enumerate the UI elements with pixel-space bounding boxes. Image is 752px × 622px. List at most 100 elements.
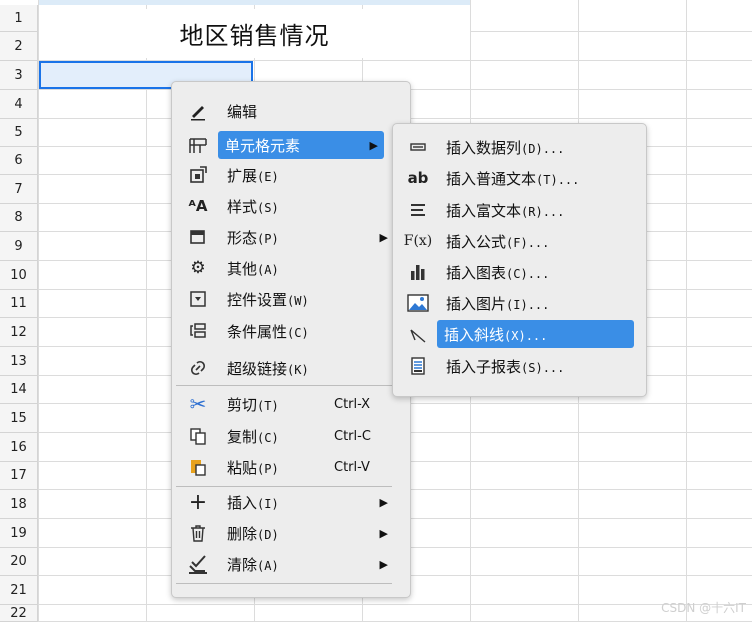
access-key: (X)...	[504, 328, 548, 343]
copy-icon	[186, 424, 210, 448]
menu-item-style[interactable]: ᴬA 样式(S)	[174, 192, 408, 220]
row-header[interactable]: 20	[0, 548, 38, 576]
menu-item-label: 控件设置	[227, 290, 288, 309]
column-header-band	[39, 0, 470, 5]
submenu-item-insert-formula[interactable]: F(x) 插入公式(F)...	[395, 227, 644, 255]
menu-item-label: 样式	[227, 197, 258, 216]
menu-item-label: 编辑	[227, 102, 258, 121]
cell-element-icon	[186, 134, 210, 158]
menu-item-other[interactable]: ⚙ 其他(A)	[174, 254, 408, 282]
menu-item-insert[interactable]: + 插入(I) ▶	[174, 488, 408, 516]
row-header[interactable]: 4	[0, 90, 38, 119]
access-key: (E)	[257, 169, 279, 184]
menu-item-cell-element[interactable]: 单元格元素 ▶	[218, 131, 384, 159]
row-header[interactable]: 10	[0, 261, 38, 290]
menu-item-hyperlink[interactable]: 超级链接(K)	[174, 354, 408, 382]
expand-icon	[186, 163, 210, 187]
row-header[interactable]: 5	[0, 119, 38, 147]
menu-item-label: 删除	[227, 524, 258, 543]
menu-item-condition-attributes[interactable]: 条件属性(C)	[174, 317, 408, 345]
row-header[interactable]: 8	[0, 204, 38, 232]
menu-item-copy[interactable]: 复制(C) Ctrl-C	[174, 422, 408, 450]
menu-item-label: 插入数据列	[446, 138, 522, 157]
row-header[interactable]: 16	[0, 433, 38, 462]
submenu-item-insert-chart[interactable]: 插入图表(C)...	[395, 258, 644, 286]
menu-item-clear[interactable]: 清除(A) ▶	[174, 550, 408, 578]
row-header[interactable]: 6	[0, 147, 38, 175]
submenu-item-insert-subreport[interactable]: 插入子报表(S)...	[395, 352, 644, 380]
row-header[interactable]: 13	[0, 347, 38, 376]
row-header[interactable]: 1	[0, 5, 38, 32]
submenu-item-insert-image[interactable]: 插入图片(I)...	[395, 289, 644, 317]
menu-item-label: 形态	[227, 228, 258, 247]
diagonal-line-icon	[406, 323, 430, 347]
row-header[interactable]: 9	[0, 232, 38, 261]
access-key: (C)...	[506, 266, 550, 281]
image-icon	[406, 291, 430, 315]
menu-item-label: 条件属性	[227, 322, 288, 341]
access-key: (P)	[257, 461, 279, 476]
chart-icon	[406, 260, 430, 284]
row-header[interactable]: 7	[0, 175, 38, 204]
row-header[interactable]: 19	[0, 519, 38, 548]
menu-item-label: 插入图片	[446, 294, 507, 313]
row-header[interactable]: 15	[0, 404, 38, 433]
formula-icon: F(x)	[403, 233, 433, 249]
access-key: (I)	[257, 496, 279, 511]
pencil-icon	[186, 99, 210, 123]
submenu-item-insert-rich-text[interactable]: 插入富文本(R)...	[395, 196, 644, 224]
menu-item-shape[interactable]: 形态(P) ▶	[174, 223, 408, 251]
menu-item-label: 超级链接	[227, 359, 288, 378]
row-header[interactable]: 18	[0, 490, 38, 519]
subreport-icon	[406, 354, 430, 378]
menu-separator	[176, 385, 392, 386]
submenu-item-insert-diagonal-line[interactable]: 插入斜线(X)...	[437, 320, 634, 348]
row-header[interactable]: 21	[0, 576, 38, 605]
access-key: (T)	[257, 398, 279, 413]
menu-item-label: 插入子报表	[446, 357, 522, 376]
submenu-arrow-icon: ▶	[379, 230, 388, 244]
access-key: (D)	[257, 527, 279, 542]
submenu-arrow-icon: ▶	[379, 557, 388, 571]
access-key: (I)...	[506, 297, 550, 312]
column-gridline	[38, 0, 39, 622]
submenu-item-insert-plain-text[interactable]: ab 插入普通文本(T)...	[395, 164, 644, 192]
eraser-icon	[186, 552, 210, 576]
submenu-item-insert-data-column[interactable]: 插入数据列(D)...	[395, 133, 644, 161]
submenu-arrow-icon: ▶	[379, 495, 388, 509]
shortcut-label: Ctrl-V	[334, 459, 370, 475]
menu-item-label: 粘贴	[227, 458, 258, 477]
access-key: (P)	[257, 231, 279, 246]
column-gridline	[686, 0, 687, 622]
access-key: (T)...	[536, 172, 580, 187]
row-header[interactable]: 3	[0, 61, 38, 90]
menu-separator	[176, 583, 392, 584]
access-key: (C)	[257, 430, 279, 445]
link-icon	[186, 356, 210, 380]
submenu-arrow-icon: ▶	[369, 138, 378, 152]
column-gridline	[146, 0, 147, 622]
menu-item-label: 插入公式	[446, 232, 507, 251]
scissors-icon: ✂	[189, 392, 207, 416]
row-header[interactable]: 17	[0, 462, 38, 490]
menu-item-label: 插入富文本	[446, 201, 522, 220]
menu-item-widget-settings[interactable]: 控件设置(W)	[174, 285, 408, 313]
menu-item-delete[interactable]: 删除(D) ▶	[174, 519, 408, 547]
menu-item-edit[interactable]: 编辑	[174, 97, 408, 125]
menu-item-cut[interactable]: ✂ 剪切(T) Ctrl-X	[174, 390, 408, 418]
access-key: (K)	[287, 362, 309, 377]
menu-item-paste[interactable]: 粘贴(P) Ctrl-V	[174, 453, 408, 481]
row-header[interactable]: 14	[0, 376, 38, 404]
sheet-title-cell[interactable]: 地区销售情况	[39, 9, 470, 58]
context-menu: 编辑 单元格元素 ▶ 扩展(E) ᴬA 样式(S) 形态(P) ▶ ⚙ 其他(A…	[171, 81, 411, 598]
row-header[interactable]: 11	[0, 290, 38, 318]
row-header[interactable]: 12	[0, 318, 38, 347]
menu-item-label: 清除	[227, 555, 258, 574]
menu-item-label: 插入斜线	[444, 325, 505, 344]
access-key: (A)	[257, 262, 279, 277]
row-header[interactable]: 22	[0, 605, 38, 622]
menu-item-expand[interactable]: 扩展(E)	[174, 161, 408, 189]
menu-item-label: 剪切	[227, 395, 258, 414]
paste-icon	[186, 455, 210, 479]
row-header[interactable]: 2	[0, 32, 38, 61]
